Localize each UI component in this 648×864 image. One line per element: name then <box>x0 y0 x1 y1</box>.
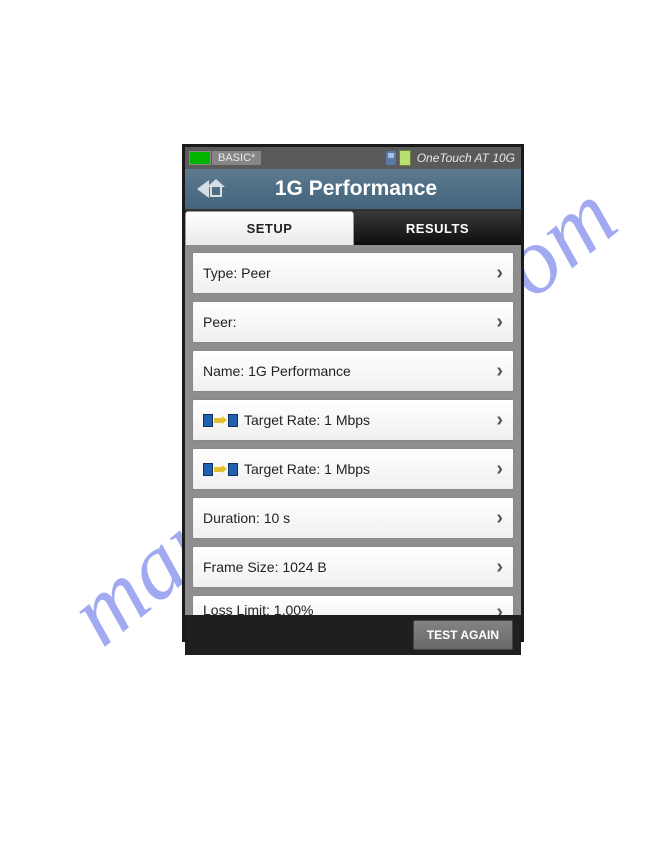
tab-results[interactable]: RESULTS <box>354 211 521 245</box>
tab-bar: SETUP RESULTS <box>185 211 521 245</box>
row-duration[interactable]: Duration: 10 s › <box>192 497 514 539</box>
model-label: OneTouch AT 10G <box>417 151 521 165</box>
row-loss-limit[interactable]: Loss Limit: 1.00% › <box>192 595 514 615</box>
row-rate-down-label: Target Rate: 1 Mbps <box>244 461 496 477</box>
chevron-right-icon: › <box>496 410 503 430</box>
chevron-right-icon: › <box>496 508 503 528</box>
row-target-rate-up[interactable]: Target Rate: 1 Mbps › <box>192 399 514 441</box>
chevron-right-icon: › <box>496 361 503 381</box>
row-type[interactable]: Type: Peer › <box>192 252 514 294</box>
home-icon <box>207 181 225 197</box>
title-bar: 1G Performance <box>185 169 521 211</box>
chevron-right-icon: › <box>496 263 503 283</box>
chevron-right-icon: › <box>496 557 503 577</box>
row-name[interactable]: Name: 1G Performance › <box>192 350 514 392</box>
row-target-rate-down[interactable]: Target Rate: 1 Mbps › <box>192 448 514 490</box>
status-icons <box>386 150 411 166</box>
page-title: 1G Performance <box>191 177 521 201</box>
row-peer-label: Peer: <box>203 314 496 330</box>
row-frame-size[interactable]: Frame Size: 1024 B › <box>192 546 514 588</box>
battery-icon <box>189 151 211 165</box>
profile-label: BASIC* <box>212 151 261 165</box>
mic-icon <box>386 151 396 165</box>
row-peer[interactable]: Peer: › <box>192 301 514 343</box>
chevron-right-icon: › <box>496 459 503 479</box>
upstream-icon <box>203 414 238 427</box>
row-type-label: Type: Peer <box>203 265 496 281</box>
card-icon <box>399 150 411 166</box>
row-name-label: Name: 1G Performance <box>203 363 496 379</box>
downstream-icon <box>203 463 238 476</box>
row-frame-label: Frame Size: 1024 B <box>203 559 496 575</box>
row-loss-label: Loss Limit: 1.00% <box>203 602 496 615</box>
status-bar: BASIC* OneTouch AT 10G <box>185 147 521 169</box>
chevron-right-icon: › <box>496 312 503 332</box>
row-duration-label: Duration: 10 s <box>203 510 496 526</box>
device-frame: BASIC* OneTouch AT 10G 1G Performance SE… <box>182 144 524 642</box>
row-rate-up-label: Target Rate: 1 Mbps <box>244 412 496 428</box>
chevron-right-icon: › <box>496 602 503 615</box>
tab-setup[interactable]: SETUP <box>185 211 354 245</box>
bottom-bar: TEST AGAIN <box>185 615 521 655</box>
test-again-button[interactable]: TEST AGAIN <box>413 620 513 650</box>
content-area: Type: Peer › Peer: › Name: 1G Performanc… <box>185 245 521 615</box>
